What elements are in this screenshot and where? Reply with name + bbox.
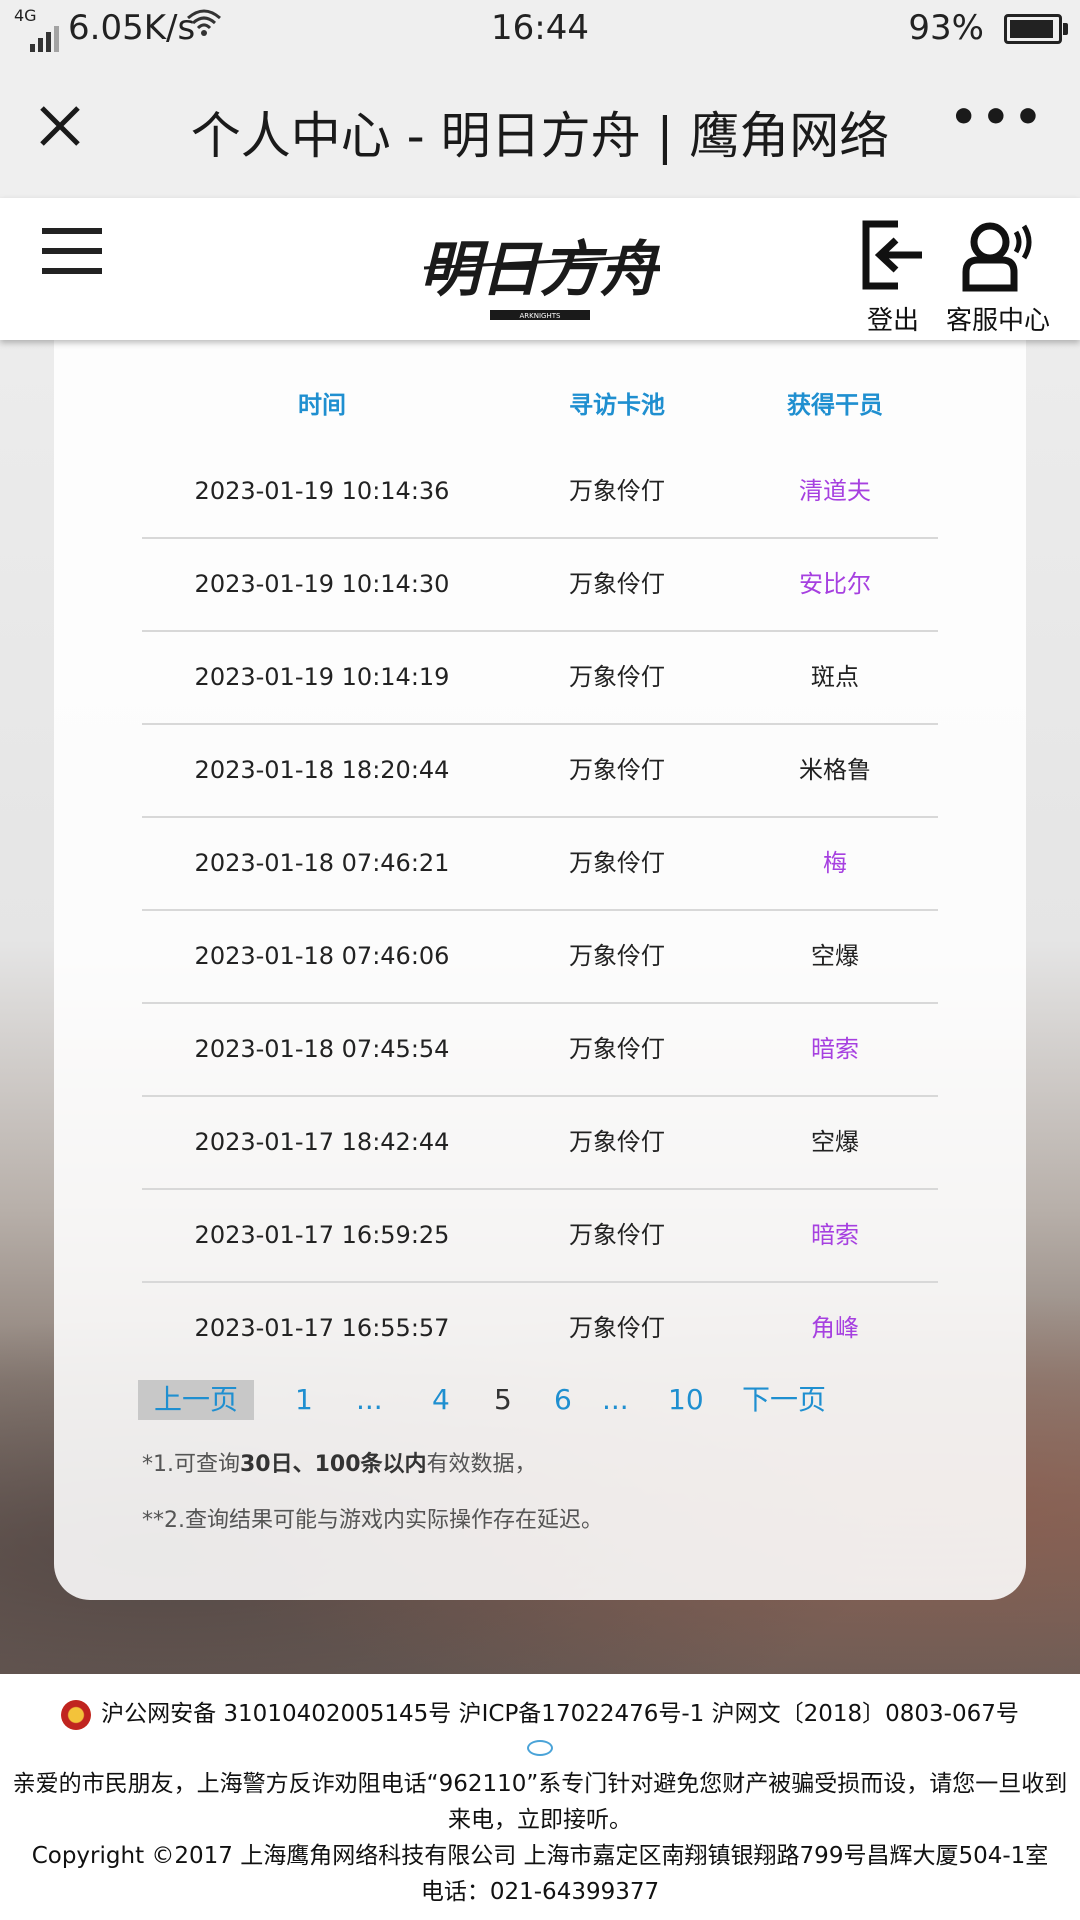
footer-license-text[interactable]: 沪公网安备 31010402005145号 沪ICP备17022476号-1 沪… [101, 1701, 1019, 1727]
battery-icon [1004, 14, 1068, 44]
table-row: 2023-01-18 07:46:06 万象伶仃 空爆 [142, 911, 938, 1004]
page-6[interactable]: 6 [554, 1380, 572, 1420]
cell-pool: 万象伶仃 [569, 570, 665, 598]
cell-pool: 万象伶仃 [569, 1035, 665, 1063]
cell-time: 2023-01-18 07:46:21 [194, 849, 450, 877]
table-row: 2023-01-18 18:20:44 万象伶仃 米格鲁 [142, 725, 938, 818]
page-ellipsis: ... [356, 1383, 383, 1416]
close-icon[interactable] [28, 94, 92, 158]
prev-page-button[interactable]: 上一页 [138, 1380, 254, 1420]
license-badge-icon [0, 1736, 1080, 1762]
battery-percent: 93% [908, 8, 984, 48]
table-body: 2023-01-19 10:14:36 万象伶仃 清道夫 2023-01-19 10:… [142, 446, 938, 1374]
footer-phone: 电话：021-64399377 [420, 1879, 660, 1905]
next-page-button[interactable]: 下一页 [742, 1380, 826, 1420]
cell-operator: 暗索 [811, 1221, 859, 1249]
cell-time: 2023-01-17 16:55:57 [194, 1314, 450, 1342]
logout-button[interactable]: 登出 [858, 218, 928, 337]
note-1: *1.可查询30日、100条以内有效数据， [142, 1446, 537, 1478]
table-row: 2023-01-19 10:14:30 万象伶仃 安比尔 [142, 539, 938, 632]
cell-time: 2023-01-17 16:59:25 [194, 1221, 450, 1249]
table-row: 2023-01-17 18:42:44 万象伶仃 空爆 [142, 1097, 938, 1190]
page-title: 个人中心 - 明日方舟 | 鹰角网络 [190, 107, 890, 165]
table-row: 2023-01-17 16:55:57 万象伶仃 角峰 [142, 1283, 938, 1374]
gacha-history-table: 时间 寻访卡池 获得干员 2023-01-19 10:14:36 万象伶仃 清道夫 2… [142, 370, 938, 1374]
cell-pool: 万象伶仃 [569, 1314, 665, 1342]
header-time: 时间 [298, 391, 346, 419]
cell-pool: 万象伶仃 [569, 849, 665, 877]
footer: 沪公网安备 31010402005145号 沪ICP备17022476号-1 沪… [0, 1674, 1080, 1920]
cell-pool: 万象伶仃 [569, 477, 665, 505]
table-row: 2023-01-19 10:14:19 万象伶仃 斑点 [142, 632, 938, 725]
note-1-suffix: 有效数据， [426, 1452, 537, 1477]
more-icon[interactable]: ••• [950, 92, 1046, 143]
page-4[interactable]: 4 [432, 1380, 450, 1420]
cell-pool: 万象伶仃 [569, 1221, 665, 1249]
cell-time: 2023-01-19 10:14:36 [194, 477, 450, 505]
cell-operator: 暗索 [811, 1035, 859, 1063]
cell-pool: 万象伶仃 [569, 942, 665, 970]
cell-operator: 米格鲁 [799, 756, 871, 784]
cell-operator: 清道夫 [799, 477, 871, 505]
footer-copyright: Copyright ©2017 上海鹰角网络科技有限公司 上海市嘉定区南翔镇银翔… [0, 1838, 1080, 1910]
table-row: 2023-01-17 16:59:25 万象伶仃 暗索 [142, 1190, 938, 1283]
cell-operator: 空爆 [811, 1128, 859, 1156]
footer-copyright-text: Copyright ©2017 上海鹰角网络科技有限公司 上海市嘉定区南翔镇银翔… [31, 1843, 1049, 1869]
cell-operator: 安比尔 [799, 570, 871, 598]
table-header: 时间 寻访卡池 获得干员 [142, 370, 938, 440]
page-1[interactable]: 1 [295, 1380, 313, 1420]
logout-label: 登出 [866, 306, 919, 336]
webview-title-bar: 个人中心 - 明日方舟 | 鹰角网络 ••• [0, 56, 1080, 198]
arknights-logo[interactable]: 明日方舟 ARKNIGHTS [420, 216, 665, 326]
cell-operator: 斑点 [811, 663, 859, 691]
table-row: 2023-01-19 10:14:36 万象伶仃 清道夫 [142, 446, 938, 539]
footer-anti-fraud: 亲爱的市民朋友，上海警方反诈劝阻电话“962110”系专门针对避免您财产被骗受损… [12, 1771, 1068, 1833]
cell-time: 2023-01-18 07:45:54 [194, 1035, 450, 1063]
logo-subtext: ARKNIGHTS [520, 312, 562, 320]
table-row: 2023-01-18 07:45:54 万象伶仃 暗索 [142, 1004, 938, 1097]
header-pool: 寻访卡池 [569, 391, 665, 419]
page-10[interactable]: 10 [668, 1380, 704, 1420]
note-1-prefix: *1.可查询 [142, 1452, 240, 1477]
police-emblem-icon [61, 1699, 92, 1730]
customer-service-label: 客服中心 [946, 306, 1051, 336]
cell-time: 2023-01-17 18:42:44 [194, 1128, 450, 1156]
headset-icon [962, 222, 1032, 292]
page-5-current: 5 [494, 1383, 512, 1416]
logout-icon [862, 220, 922, 290]
cell-operator: 空爆 [811, 942, 859, 970]
page-ellipsis: ... [602, 1383, 629, 1416]
cell-pool: 万象伶仃 [569, 1128, 665, 1156]
note-1-bold: 30日、100条以内 [240, 1452, 427, 1477]
hamburger-icon[interactable] [42, 228, 102, 276]
note-2: **2.查询结果可能与游戏内实际操作存在延迟。 [142, 1508, 603, 1533]
customer-service-button[interactable]: 客服中心 [946, 218, 1050, 337]
site-header: 明日方舟 ARKNIGHTS 登出 客服中心 [0, 198, 1080, 340]
cell-operator: 角峰 [811, 1314, 859, 1342]
status-bar: 4G 6.05K/s 16:44 93% [0, 0, 1080, 56]
cell-operator: 梅 [823, 849, 847, 877]
cell-time: 2023-01-19 10:14:30 [194, 570, 450, 598]
logo-text: 明日方舟 [420, 235, 660, 305]
cell-time: 2023-01-19 10:14:19 [194, 663, 450, 691]
footer-license-line: 沪公网安备 31010402005145号 沪ICP备17022476号-1 沪… [0, 1694, 1080, 1730]
cell-pool: 万象伶仃 [569, 663, 665, 691]
cell-pool: 万象伶仃 [569, 756, 665, 784]
cell-time: 2023-01-18 07:46:06 [194, 942, 450, 970]
pagination: 上一页 1 ... 4 5 6 ... 10 下一页 [138, 1380, 958, 1420]
gacha-history-card: 时间 寻访卡池 获得干员 2023-01-19 10:14:36 万象伶仃 清道夫 2… [54, 340, 1026, 1600]
table-row: 2023-01-18 07:46:21 万象伶仃 梅 [142, 818, 938, 911]
header-operator: 获得干员 [787, 391, 883, 419]
cell-time: 2023-01-18 18:20:44 [194, 756, 450, 784]
